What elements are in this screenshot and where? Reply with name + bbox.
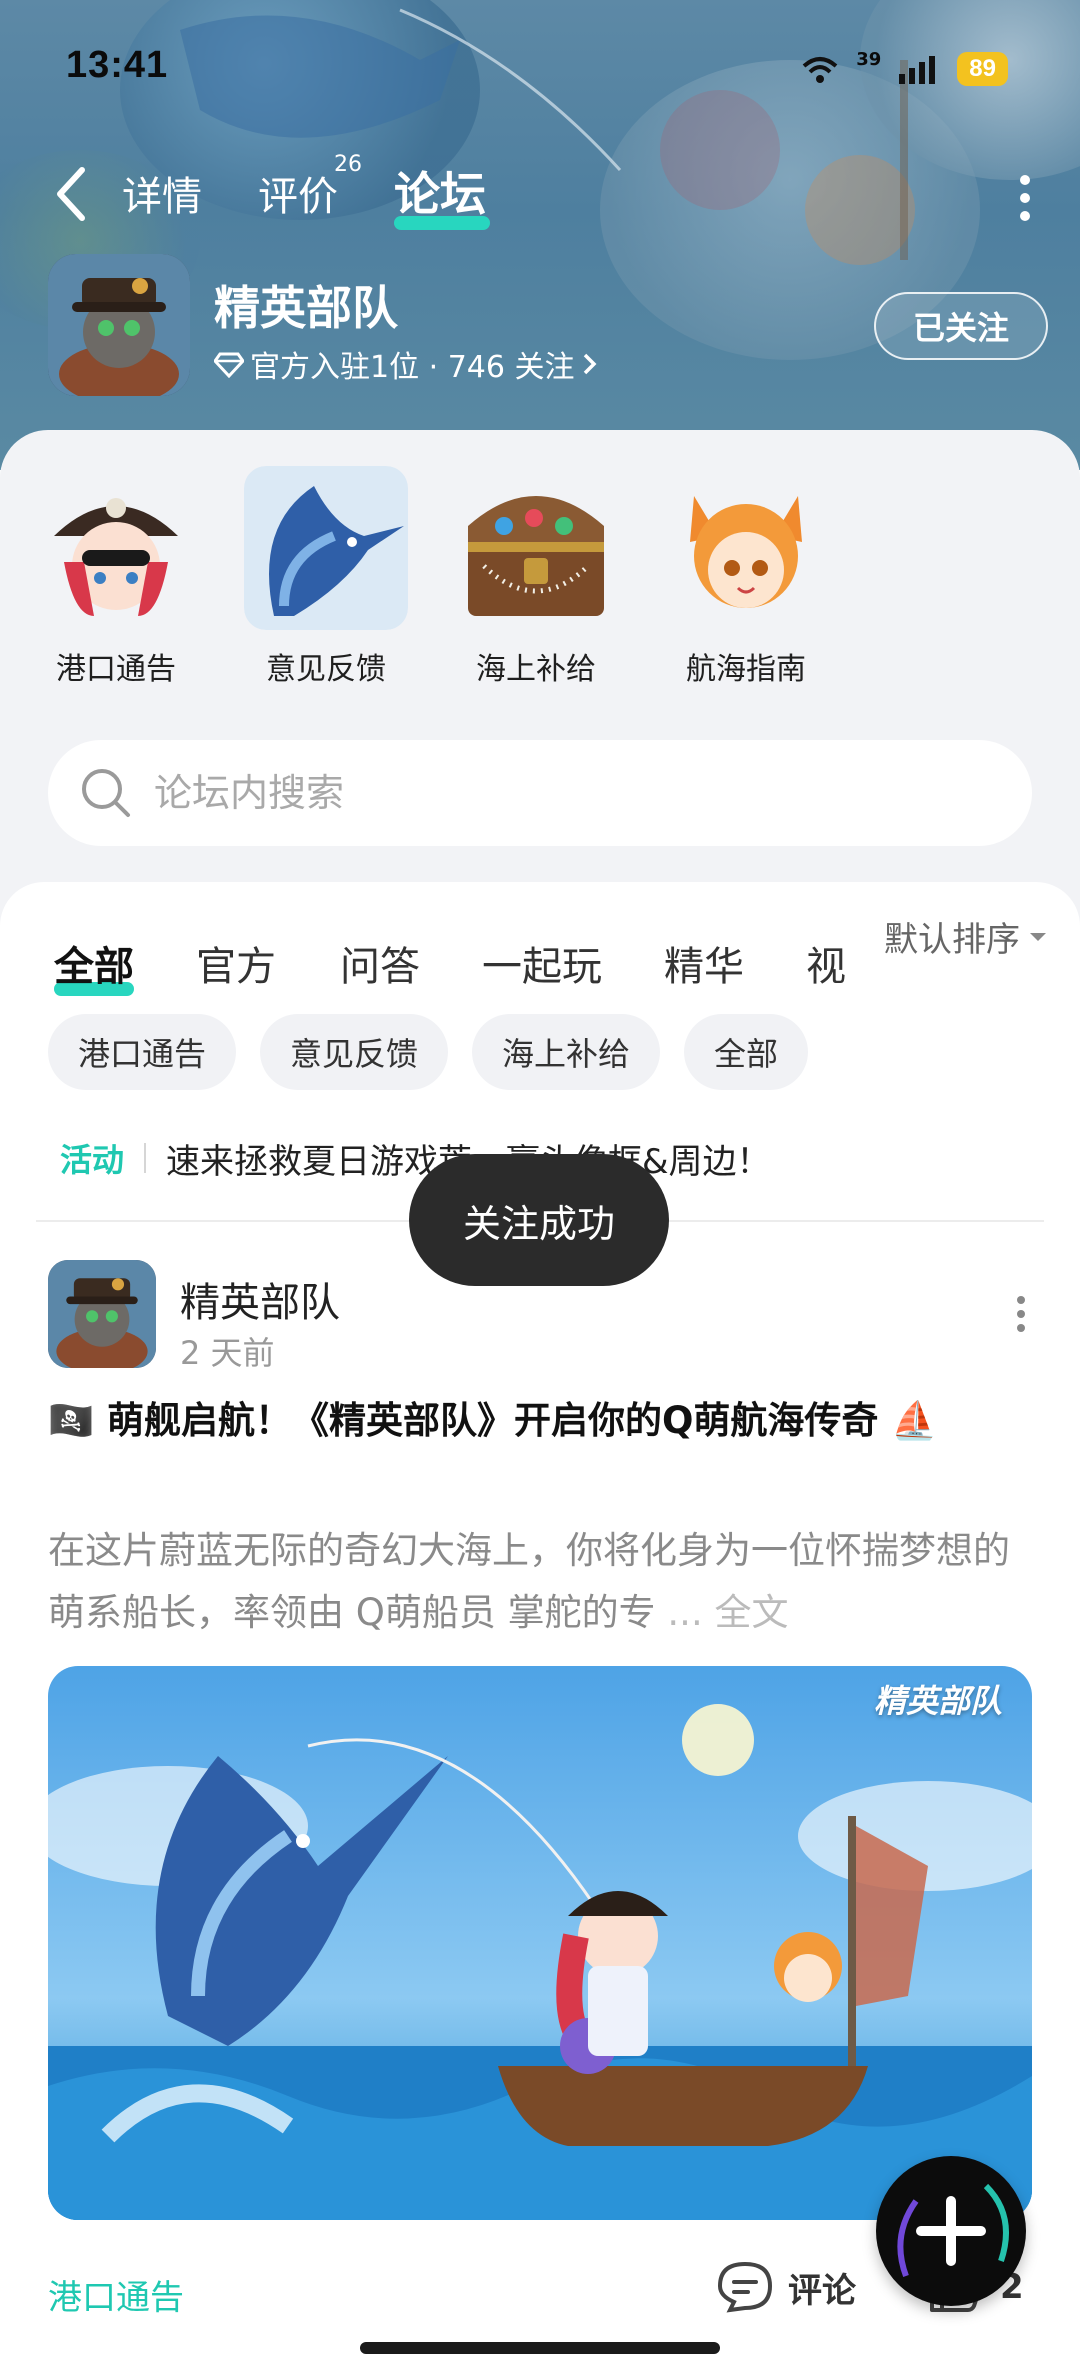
feed-tab-qa[interactable]: 问答 [340,934,420,992]
battery-indicator: 89 [957,52,1008,86]
cat-girl-icon [664,466,828,630]
chip-supplies[interactable]: 海上补给 [472,1014,661,1090]
back-icon[interactable] [52,164,92,224]
comment-icon [717,2261,773,2313]
top-nav: 详情 评价 26 论坛 [0,150,1080,240]
game-avatar[interactable] [48,254,190,396]
plus-icon [897,2183,1009,2278]
post-more-icon[interactable] [1014,1294,1028,1334]
follow-success-toast: 关注成功 [409,1154,669,1286]
signal-label: 39 [856,48,882,70]
wifi-icon [802,57,838,83]
game-meta[interactable]: 官方入驻1位 · 746 关注 [214,342,599,386]
feed-tab-video[interactable]: 视 [806,934,846,992]
post-image[interactable]: 精英部队 [48,1666,1032,2220]
comment-button[interactable]: 评论 [716,2260,856,2314]
section-label: 港口通告 [56,652,176,687]
feed-tab-all[interactable]: 全部 [54,934,134,992]
treasure-chest-icon [454,466,618,630]
image-watermark: 精英部队 [873,1682,1002,1720]
search-input[interactable] [154,771,954,815]
forum-sections: 港口通告 意见反馈 海上补给 航海指南 [34,466,1034,696]
status-time: 13:41 [66,44,169,86]
tab-details[interactable]: 详情 [122,164,202,222]
read-more-link[interactable]: ... 全文 [667,1591,788,1634]
status-icons: 39 89 [800,48,1008,86]
section-label: 海上补给 [476,652,596,687]
announcement-tag: 活动 [60,1141,125,1179]
post-time: 2 天前 [180,1334,275,1372]
diamond-icon [214,352,244,378]
more-options-icon[interactable] [1010,168,1040,228]
chip-feedback[interactable]: 意见反馈 [260,1014,449,1090]
announcement-divider [144,1143,147,1173]
chip-all[interactable]: 全部 [684,1014,809,1090]
search-icon [82,769,130,817]
sort-dropdown[interactable]: 默认排序 [870,912,1048,961]
home-indicator [360,2342,720,2354]
section-label: 航海指南 [686,652,806,687]
section-supplies[interactable]: 海上补给 [454,466,618,696]
forum-search-box[interactable] [48,740,1032,846]
post-body[interactable]: 在这片蔚蓝无际的奇幻大海上，你将化身为一位怀揣梦想的 萌系船长，率领由 Q萌船员… [48,1520,1038,1644]
comment-label: 评论 [788,2270,856,2311]
follow-button[interactable]: 已关注 [874,292,1048,360]
cellular-signal-icon [899,56,936,84]
feed-tab-official[interactable]: 官方 [196,934,276,992]
status-bar: 13:41 39 89 [0,0,1080,130]
feed-tab-featured[interactable]: 精华 [664,934,744,992]
post-title[interactable]: 🏴‍☠️ 萌舰启航！《精英部队》开启你的Q萌航海传奇 ⛵ [48,1388,1038,1454]
caret-down-icon [1030,932,1046,941]
section-label: 意见反馈 [266,652,386,687]
post-body-text: 在这片蔚蓝无际的奇幻大海上，你将化身为一位怀揣梦想的 萌系船长，率领由 Q萌船员… [48,1529,1010,1634]
section-guide[interactable]: 航海指南 [664,466,828,696]
section-feedback[interactable]: 意见反馈 [244,466,408,696]
tab-forum[interactable]: 论坛 [394,158,486,224]
chevron-right-icon [583,353,596,375]
author-avatar[interactable] [48,1260,156,1368]
tab-reviews[interactable]: 评价 [258,164,338,222]
game-name: 精英部队 [214,281,398,335]
chip-port-notice[interactable]: 港口通告 [48,1014,237,1090]
pirate-girl-icon [34,466,198,630]
game-meta-text: 官方入驻1位 · 746 关注 [250,350,575,385]
post-author[interactable]: 精英部队 [180,1270,340,1328]
reviews-count-badge: 26 [334,152,362,177]
swordfish-icon [244,466,408,630]
post-category-tag[interactable]: 港口通告 [48,2270,184,2319]
category-chips: 港口通告 意见反馈 海上补给 全部 [48,1014,809,1090]
sort-label: 默认排序 [884,920,1020,960]
feed-tab-play-together[interactable]: 一起玩 [482,934,602,992]
section-port-notice[interactable]: 港口通告 [34,466,198,696]
create-post-button[interactable] [876,2156,1026,2306]
game-info-card: 精英部队 官方入驻1位 · 746 关注 已关注 [48,254,1048,404]
